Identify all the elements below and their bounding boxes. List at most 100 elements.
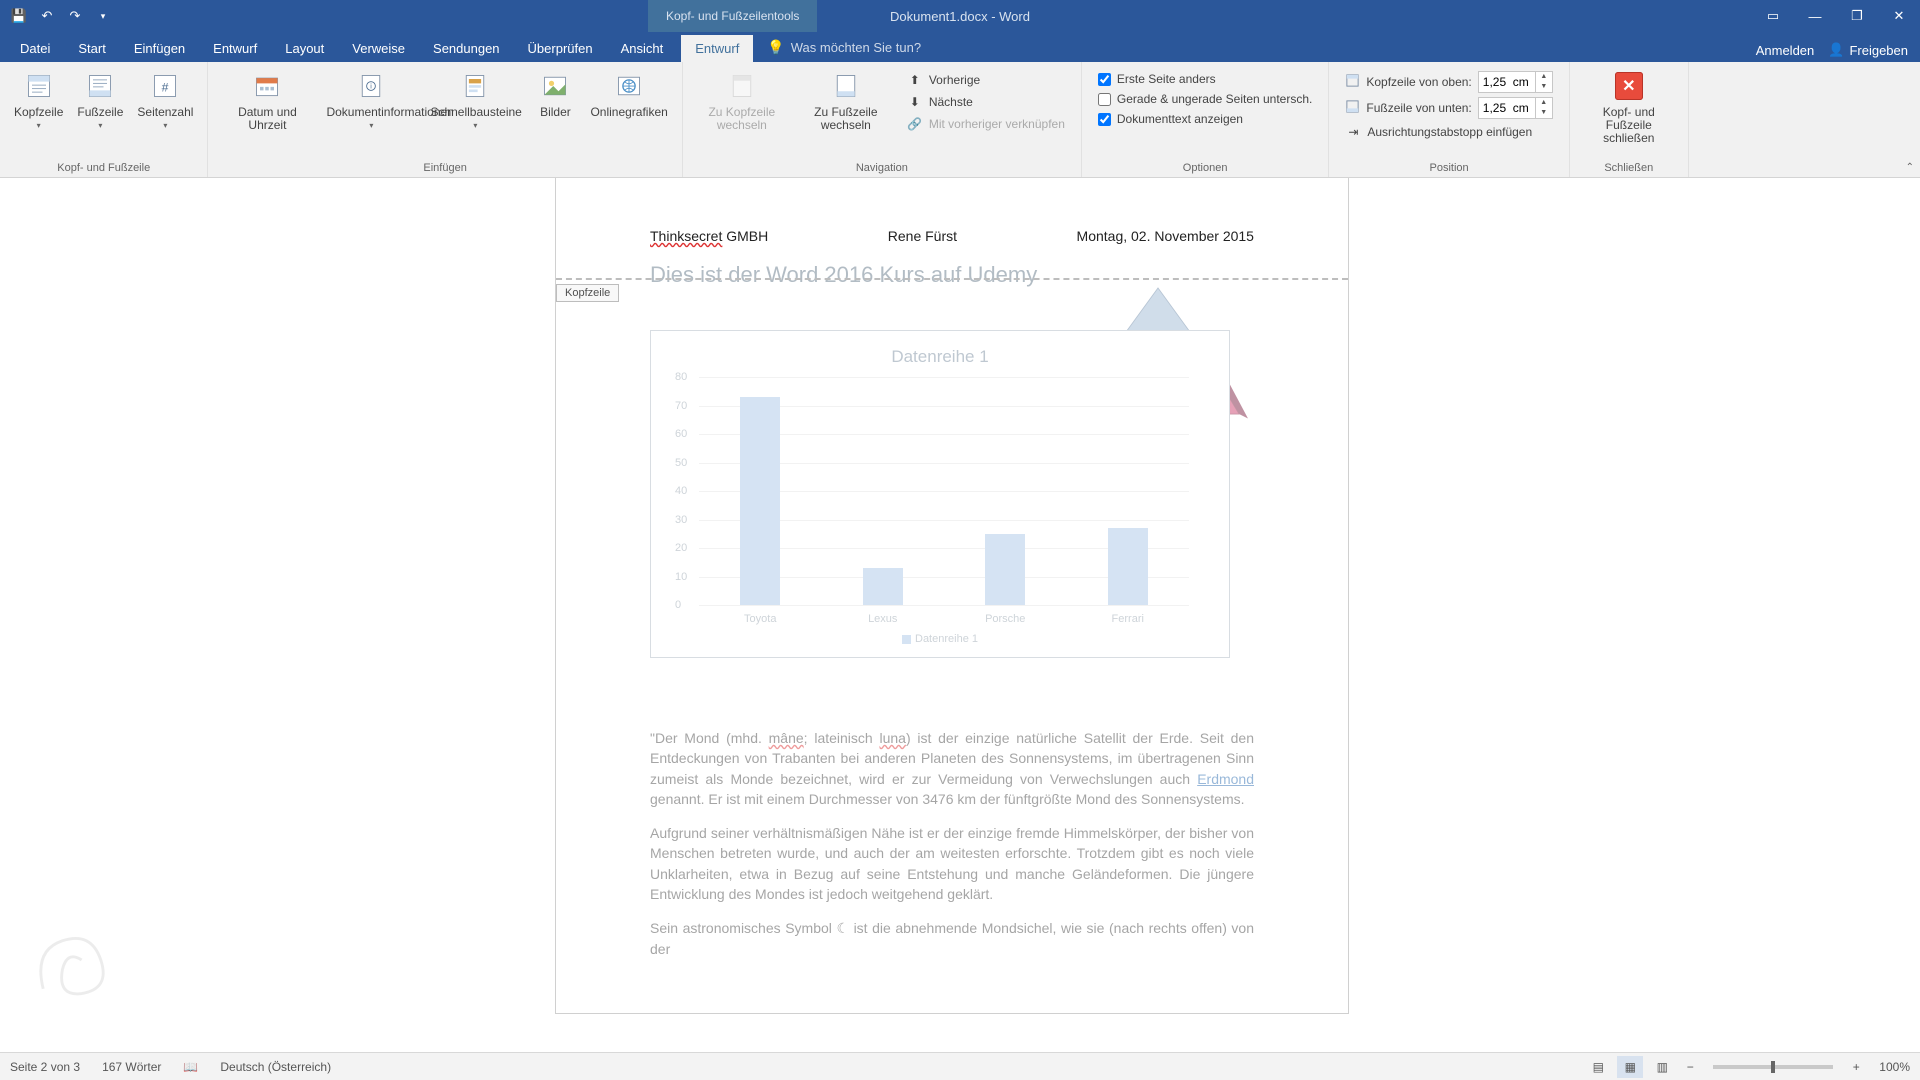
p1-f: Erdmond (1197, 771, 1254, 787)
zu-fusszeile-button[interactable]: Zu Fußzeile wechseln (795, 66, 897, 136)
quick-access-toolbar: 💾 ↶ ↷ ▾ (0, 3, 116, 29)
header-left-company: Thinksecret (650, 228, 722, 244)
save-icon[interactable]: 💾 (6, 3, 32, 29)
tabstop-icon: ⇥ (1345, 124, 1361, 140)
zu-fuss-label: Zu Fußzeile wechseln (801, 106, 891, 132)
tabstopp-button[interactable]: ⇥Ausrichtungstabstopp einfügen (1341, 122, 1556, 142)
quickparts-icon (459, 70, 491, 102)
pagenumber-icon: # (149, 70, 181, 102)
zoom-thumb[interactable] (1771, 1061, 1775, 1073)
qat-customize-icon[interactable]: ▾ (90, 3, 116, 29)
p1-b: mâne (769, 730, 804, 746)
group-close: ✕ Kopf- und Fußzeile schließen Schließen (1570, 62, 1689, 177)
zu-kopf-label: Zu Kopfzeile wechseln (697, 106, 787, 132)
ribbon-display-icon[interactable]: ▭ (1752, 0, 1794, 32)
calendar-icon (251, 70, 283, 102)
share-button[interactable]: 👤 Freigeben (1828, 42, 1908, 58)
view-web-icon[interactable]: ▥ (1649, 1056, 1675, 1078)
naechste-button[interactable]: ⬇Nächste (903, 92, 1069, 112)
document-workspace[interactable]: Kopfzeile Thinksecret GMBH Rene Fürst Mo… (0, 178, 1920, 1052)
tab-sendungen[interactable]: Sendungen (419, 35, 514, 62)
dokumenttext-checkbox[interactable]: Dokumenttext anzeigen (1094, 110, 1316, 128)
bilder-button[interactable]: Bilder (528, 66, 582, 123)
undo-icon[interactable]: ↶ (34, 3, 60, 29)
kopfzeile-button[interactable]: Kopfzeile ▾ (8, 66, 69, 134)
header-left: Thinksecret GMBH (650, 228, 768, 244)
header-right: Montag, 02. November 2015 (1077, 228, 1254, 244)
spin-up-icon[interactable]: ▲ (1536, 72, 1552, 82)
onlinegrafiken-button[interactable]: Onlinegrafiken (584, 66, 673, 123)
minimize-icon[interactable]: — (1794, 0, 1836, 32)
close-window-icon[interactable]: ✕ (1878, 0, 1920, 32)
spin-down-icon[interactable]: ▼ (1536, 108, 1552, 118)
tab-start[interactable]: Start (64, 35, 119, 62)
vorherige-label: Vorherige (929, 73, 980, 87)
document-title: Dokument1.docx - Word (890, 9, 1030, 24)
body-text: "Der Mond (mhd. mâne; lateinisch luna) i… (650, 728, 1254, 959)
tab-contextual-entwurf[interactable]: Entwurf (681, 35, 753, 62)
close-header-footer-button[interactable]: ✕ Kopf- und Fußzeile schließen (1578, 66, 1680, 149)
sign-in-link[interactable]: Anmelden (1756, 43, 1815, 58)
tab-datei[interactable]: Datei (6, 35, 64, 62)
ribbon: Kopfzeile ▾ Fußzeile ▾ # Seitenzahl ▾ Ko… (0, 62, 1920, 178)
zoom-out-icon[interactable]: − (1681, 1060, 1699, 1074)
header-tag: Kopfzeile (556, 284, 619, 302)
erste-seite-checkbox[interactable]: Erste Seite anders (1094, 70, 1316, 88)
header-content[interactable]: Thinksecret GMBH Rene Fürst Montag, 02. … (650, 228, 1254, 244)
seitenzahl-button[interactable]: # Seitenzahl ▾ (131, 66, 199, 134)
group-label: Kopf- und Fußzeile (57, 160, 150, 175)
verknuepfen-button: 🔗Mit vorheriger verknüpfen (903, 114, 1069, 134)
erste-seite-input[interactable] (1098, 73, 1111, 86)
status-language[interactable]: Deutsch (Österreich) (220, 1060, 331, 1074)
gerade-input[interactable] (1098, 93, 1111, 106)
status-words[interactable]: 167 Wörter (102, 1060, 161, 1074)
vorherige-button[interactable]: ⬆Vorherige (903, 70, 1069, 90)
view-read-icon[interactable]: ▤ (1585, 1056, 1611, 1078)
share-label: Freigeben (1849, 43, 1908, 58)
zoom-level[interactable]: 100% (1879, 1060, 1910, 1074)
header-center: Rene Fürst (888, 228, 957, 244)
view-print-icon[interactable]: ▦ (1617, 1056, 1643, 1078)
gerade-ungerade-checkbox[interactable]: Gerade & ungerade Seiten untersch. (1094, 90, 1316, 108)
doktext-input[interactable] (1098, 113, 1111, 126)
docinfo-button[interactable]: i Dokumentinformationen ▾ (320, 66, 422, 134)
group-label: Position (1430, 160, 1469, 175)
tab-einfuegen[interactable]: Einfügen (120, 35, 199, 62)
status-proofing-icon[interactable]: 📖 (183, 1060, 198, 1074)
schnellbausteine-button[interactable]: Schnellbausteine ▾ (424, 66, 526, 134)
footer-bottom-spinner[interactable]: ▲▼ (1478, 97, 1553, 119)
verknuepfen-label: Mit vorheriger verknüpfen (929, 117, 1065, 131)
zoom-in-icon[interactable]: + (1847, 1060, 1865, 1074)
status-page[interactable]: Seite 2 von 3 (10, 1060, 80, 1074)
tab-verweise[interactable]: Verweise (338, 35, 419, 62)
tell-me-search[interactable]: 💡 Was möchten Sie tun? (767, 39, 921, 62)
collapse-ribbon-icon[interactable]: ⌃ (1906, 162, 1914, 173)
datum-button[interactable]: Datum und Uhrzeit (216, 66, 318, 136)
document-page[interactable]: Thinksecret GMBH Rene Fürst Montag, 02. … (556, 178, 1348, 1013)
restore-icon[interactable]: ❐ (1836, 0, 1878, 32)
header-top-spinner[interactable]: ▲▼ (1478, 71, 1553, 93)
svg-text:#: # (162, 80, 169, 94)
close-hf-icon: ✕ (1613, 70, 1645, 102)
header-icon (23, 70, 55, 102)
tell-me-placeholder: Was möchten Sie tun? (791, 40, 921, 55)
tab-ueberpruefen[interactable]: Überprüfen (514, 35, 607, 62)
redo-icon[interactable]: ↷ (62, 3, 88, 29)
tab-layout[interactable]: Layout (271, 35, 338, 62)
spin-up-icon[interactable]: ▲ (1536, 98, 1552, 108)
zoom-slider[interactable] (1713, 1065, 1833, 1069)
pictures-icon (539, 70, 571, 102)
naechste-label: Nächste (929, 95, 973, 109)
header-top-input[interactable] (1479, 75, 1535, 89)
p1-a: "Der Mond (mhd. (650, 730, 769, 746)
group-label: Einfügen (423, 160, 466, 175)
footer-bottom-input[interactable] (1479, 101, 1535, 115)
erste-seite-label: Erste Seite anders (1117, 72, 1216, 86)
tab-ansicht[interactable]: Ansicht (607, 35, 678, 62)
spin-down-icon[interactable]: ▼ (1536, 82, 1552, 92)
dropdown-icon: ▾ (37, 121, 41, 130)
header-left-suffix: GMBH (722, 228, 768, 244)
tabstrip-right: Anmelden 👤 Freigeben (1756, 42, 1908, 58)
tab-entwurf[interactable]: Entwurf (199, 35, 271, 62)
fusszeile-button[interactable]: Fußzeile ▾ (71, 66, 129, 134)
